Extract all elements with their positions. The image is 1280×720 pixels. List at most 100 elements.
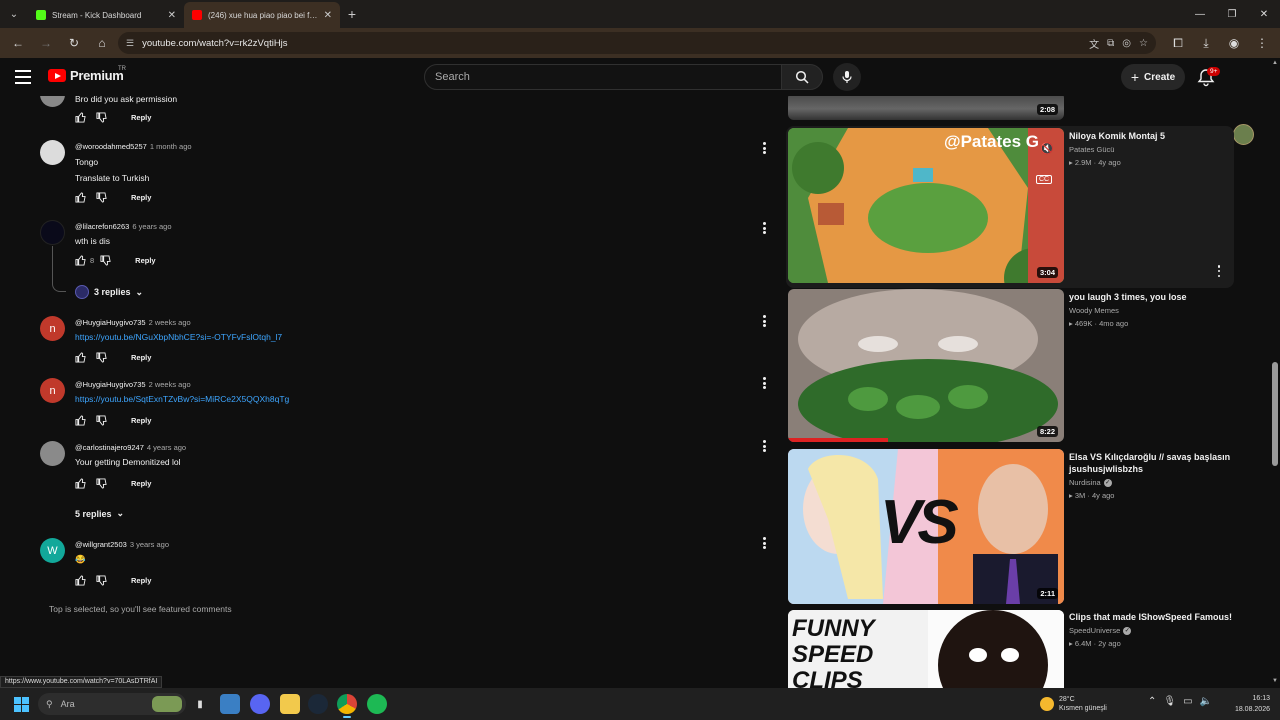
- comment-time[interactable]: 3 years ago: [130, 540, 169, 549]
- reply-button[interactable]: Reply: [135, 256, 155, 265]
- comment-menu-button[interactable]: [758, 220, 770, 236]
- downloads-icon[interactable]: ⤓: [1194, 31, 1218, 55]
- reply-button[interactable]: Reply: [131, 113, 151, 122]
- bookmark-star-icon[interactable]: ☆: [1139, 38, 1148, 49]
- video-info[interactable]: Clips that made IShowSpeed Famous! Speed…: [1069, 611, 1234, 648]
- video-title[interactable]: Clips that made IShowSpeed Famous!: [1069, 611, 1234, 623]
- restore-button[interactable]: ❐: [1216, 9, 1248, 20]
- page-scrollbar[interactable]: ▲ ▼: [1270, 58, 1280, 688]
- dislike-button[interactable]: [96, 413, 117, 427]
- video-title[interactable]: you laugh 3 times, you lose: [1069, 291, 1234, 303]
- video-title[interactable]: Elsa VS Kılıçdaroğlu // savaş başlasın j…: [1069, 451, 1234, 475]
- tracking-icon[interactable]: ◎: [1122, 38, 1131, 49]
- search-input[interactable]: Search: [424, 64, 782, 90]
- tab-search-button[interactable]: ⌄: [0, 0, 28, 28]
- reply-button[interactable]: Reply: [131, 416, 151, 425]
- like-button[interactable]: [75, 350, 96, 364]
- like-button[interactable]: [75, 190, 96, 204]
- like-button[interactable]: [75, 476, 96, 490]
- reply-button[interactable]: Reply: [131, 193, 151, 202]
- windows-start-icon[interactable]: [14, 697, 29, 712]
- reply-button[interactable]: Reply: [131, 479, 151, 488]
- comment-time[interactable]: 6 years ago: [132, 222, 171, 231]
- comment-author[interactable]: @carlostinajero9247: [75, 443, 144, 452]
- new-tab-button[interactable]: +: [340, 6, 364, 22]
- browser-tab-youtube[interactable]: (246) xue hua piao piao bei feng ✕: [184, 2, 340, 28]
- like-button[interactable]: [75, 413, 96, 427]
- system-clock[interactable]: 16:13 18.08.2026: [1226, 693, 1270, 715]
- reply-button[interactable]: Reply: [131, 576, 151, 585]
- forward-button[interactable]: →: [34, 31, 58, 55]
- comment-time[interactable]: 2 weeks ago: [149, 318, 191, 327]
- video-info[interactable]: Elsa VS Kılıçdaroğlu // savaş başlasın j…: [1069, 451, 1234, 500]
- avatar[interactable]: [40, 441, 65, 466]
- video-title[interactable]: Niloya Komik Montaj 5: [1069, 130, 1234, 142]
- comment-author[interactable]: @willgrant2503: [75, 540, 127, 549]
- comment-time[interactable]: 4 years ago: [147, 443, 186, 452]
- comment-author[interactable]: @lilacrefon6263: [75, 222, 129, 231]
- browser-tab-kick[interactable]: Stream - Kick Dashboard ✕: [28, 2, 184, 28]
- channel-name[interactable]: Nurdisina ✓: [1069, 478, 1234, 487]
- dislike-button[interactable]: [96, 110, 117, 124]
- avatar[interactable]: [40, 96, 65, 107]
- avatar[interactable]: n: [40, 378, 65, 403]
- volume-icon[interactable]: 🔈: [1200, 696, 1212, 707]
- search-button[interactable]: [781, 64, 823, 90]
- dislike-button[interactable]: [100, 253, 121, 267]
- avatar[interactable]: [40, 140, 65, 165]
- close-tab-icon[interactable]: ✕: [324, 10, 332, 21]
- comment-link[interactable]: https://youtu.be/NGuXbpNbhCE?si=-OTYFvFs…: [75, 332, 282, 342]
- video-thumbnail[interactable]: FUNNY SPEED CLIPS: [788, 610, 1064, 688]
- minimize-button[interactable]: —: [1184, 9, 1216, 20]
- view-replies-button[interactable]: 5 replies ⌄: [75, 508, 124, 519]
- video-info[interactable]: you laugh 3 times, you lose Woody Memes …: [1069, 291, 1234, 328]
- task-view-icon[interactable]: ▮: [190, 694, 210, 714]
- taskbar-search[interactable]: ⚲ Ara: [38, 693, 186, 715]
- video-thumbnail[interactable]: 2:08: [788, 96, 1064, 120]
- install-app-icon[interactable]: ⧉: [1107, 38, 1114, 49]
- weather-widget[interactable]: 28°C Kısmen güneşli: [1040, 692, 1107, 716]
- address-bar[interactable]: ☰ youtube.com/watch?v=rk2zVqtiHjs 文 ⧉ ◎ …: [118, 32, 1156, 54]
- like-button[interactable]: [75, 573, 96, 587]
- scroll-up-icon[interactable]: ▲: [1272, 60, 1278, 66]
- avatar[interactable]: n: [40, 316, 65, 341]
- comment-author[interactable]: @HuygiaHuygivo735: [75, 318, 146, 327]
- close-window-button[interactable]: ✕: [1248, 9, 1280, 20]
- video-menu-button[interactable]: [1214, 264, 1224, 278]
- avatar[interactable]: [40, 220, 65, 245]
- comment-menu-button[interactable]: [758, 313, 770, 329]
- hamburger-menu-icon[interactable]: [14, 68, 32, 86]
- close-tab-icon[interactable]: ✕: [168, 10, 176, 21]
- avatar[interactable]: W: [40, 538, 65, 563]
- video-thumbnail[interactable]: @Patates G 🔇 CC 3:04: [788, 128, 1064, 283]
- steam-icon[interactable]: [308, 694, 328, 714]
- scroll-down-icon[interactable]: ▼: [1272, 678, 1278, 684]
- comment-author[interactable]: @woroodahmed5257: [75, 142, 147, 151]
- file-explorer-icon[interactable]: [280, 694, 300, 714]
- youtube-premium-logo[interactable]: Premium TR: [48, 66, 126, 83]
- channel-name[interactable]: SpeedUniverse ✓: [1069, 626, 1234, 635]
- dislike-button[interactable]: [96, 573, 117, 587]
- captions-icon[interactable]: CC: [1036, 175, 1053, 184]
- voice-search-button[interactable]: [833, 63, 861, 91]
- comment-menu-button[interactable]: [758, 438, 770, 454]
- dislike-button[interactable]: [96, 190, 117, 204]
- translate-icon[interactable]: 文: [1089, 36, 1099, 51]
- comment-menu-button[interactable]: [758, 375, 770, 391]
- site-info-icon[interactable]: ☰: [126, 38, 134, 49]
- comment-menu-button[interactable]: [758, 140, 770, 156]
- display-icon[interactable]: ▭: [1183, 696, 1192, 707]
- comment-time[interactable]: 1 month ago: [150, 142, 192, 151]
- chrome-icon[interactable]: [337, 694, 357, 718]
- channel-name[interactable]: Patates Gücü: [1069, 145, 1234, 154]
- microphone-icon[interactable]: 🎙: [1163, 696, 1176, 707]
- dislike-button[interactable]: [96, 476, 117, 490]
- account-avatar[interactable]: [1233, 124, 1254, 145]
- photos-app-icon[interactable]: [220, 694, 240, 714]
- back-button[interactable]: ←: [6, 31, 30, 55]
- video-thumbnail[interactable]: VS 2:11: [788, 449, 1064, 604]
- home-button[interactable]: ⌂: [90, 31, 114, 55]
- view-replies-button[interactable]: 3 replies ⌄: [75, 285, 143, 299]
- browser-menu-icon[interactable]: ⋮: [1250, 31, 1274, 55]
- video-info[interactable]: Niloya Komik Montaj 5 Patates Gücü ▸ 2.9…: [1069, 130, 1234, 167]
